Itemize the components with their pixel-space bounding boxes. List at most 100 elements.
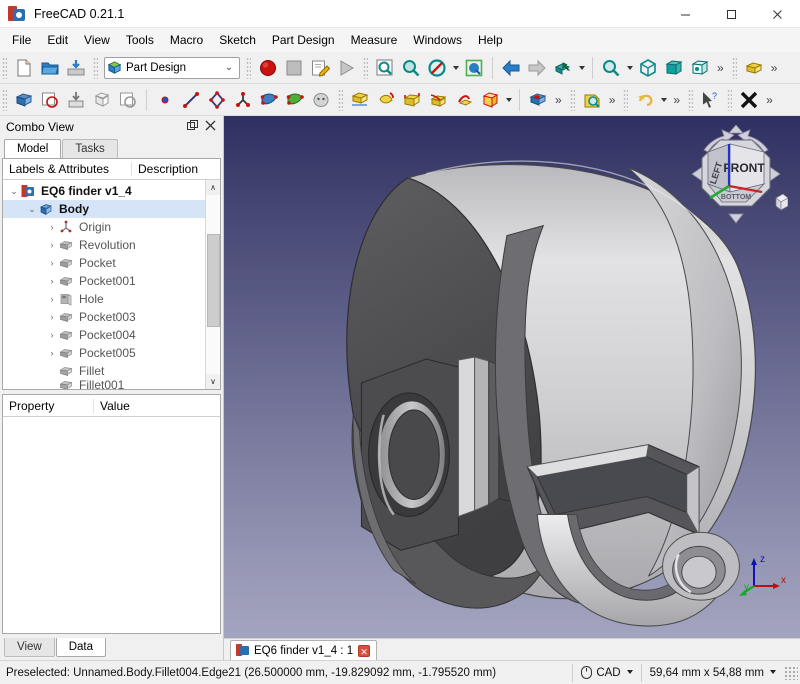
toolbar-overflow-icon[interactable]: » [767,61,782,75]
property-col-property[interactable]: Property [3,399,93,413]
toolbar-grip[interactable] [688,88,694,111]
tree-item-body[interactable]: ⌄ Body [3,200,205,218]
toolbar-grip[interactable] [2,56,7,79]
toolbar-grip[interactable] [93,56,98,79]
view-dropdown-icon[interactable] [576,55,587,81]
scroll-track[interactable] [205,195,220,374]
macro-execute-icon[interactable] [333,55,359,81]
undo-icon[interactable] [632,87,658,113]
property-col-value[interactable]: Value [93,398,220,413]
toolbar-overflow-icon[interactable]: » [605,93,620,107]
zoom-icon[interactable] [598,55,624,81]
menu-measure[interactable]: Measure [343,30,406,50]
toolbar-grip[interactable] [338,88,343,111]
tree-item-fillet[interactable]: Fillet [3,362,205,380]
toolbar-overflow-icon[interactable]: » [551,93,566,107]
workbench-selector[interactable]: Part Design ⌄ [104,56,240,79]
chevron-right-icon[interactable]: › [45,222,59,232]
additive-pipe-icon[interactable] [425,87,451,113]
chevron-right-icon[interactable]: › [45,348,59,358]
front-view-icon[interactable] [661,55,687,81]
validate-sketch-icon[interactable] [89,87,115,113]
macro-edit-icon[interactable] [307,55,333,81]
chevron-right-icon[interactable]: › [45,258,59,268]
create-body-icon[interactable] [11,87,37,113]
tree-item-revolution[interactable]: › Revolution [3,236,205,254]
back-arrow-icon[interactable] [498,55,524,81]
menu-tools[interactable]: Tools [118,30,162,50]
toolbar-grip[interactable] [246,56,251,79]
chevron-right-icon[interactable]: › [45,330,59,340]
refresh-view-icon[interactable] [550,55,576,81]
tree-item-fillet001[interactable]: Fillet001 [3,380,205,389]
undo-dropdown-icon[interactable] [658,87,669,113]
minimize-button[interactable] [662,0,708,28]
chevron-down-icon[interactable] [625,667,633,679]
tree-item-pocket005[interactable]: › Pocket005 [3,344,205,362]
dimension-readout[interactable]: 59,64 mm x 54,88 mm [640,663,784,682]
blue-surface-icon[interactable] [256,87,282,113]
shape-binder-icon[interactable] [308,87,334,113]
menu-help[interactable]: Help [470,30,511,50]
3d-viewport[interactable]: FRONT LEFT BOTTOM z x y [224,116,800,638]
point-icon[interactable] [152,87,178,113]
toolbar-grip[interactable] [2,88,7,111]
forward-arrow-icon[interactable] [524,55,550,81]
close-icon[interactable] [201,120,219,134]
scroll-thumb[interactable] [206,234,220,328]
close-button[interactable] [754,0,800,28]
tree-item-document[interactable]: ⌄ EQ6 finder v1_4 [3,182,205,200]
close-icon[interactable] [736,87,762,113]
undock-icon[interactable] [183,120,201,134]
draw-style-icon[interactable] [424,55,450,81]
menu-windows[interactable]: Windows [405,30,470,50]
tree-item-pocket001[interactable]: › Pocket001 [3,272,205,290]
draw-style-dropdown-icon[interactable] [450,55,461,81]
new-document-icon[interactable] [11,55,37,81]
zoom-dropdown-icon[interactable] [624,55,635,81]
toolbar-grip[interactable] [731,56,737,79]
toolbar-grip[interactable] [623,88,629,111]
navigation-style-selector[interactable]: CAD [572,663,640,682]
save-document-icon[interactable] [63,55,89,81]
fit-all-icon[interactable] [372,55,398,81]
whats-this-icon[interactable]: ? [697,87,723,113]
menu-file[interactable]: File [4,30,39,50]
create-sketch-icon[interactable] [37,87,63,113]
property-list[interactable] [3,417,220,633]
chevron-right-icon[interactable]: › [45,312,59,322]
macro-stop-icon[interactable] [281,55,307,81]
tree-item-pocket[interactable]: › Pocket [3,254,205,272]
document-tab[interactable]: EQ6 finder v1_4 : 1 ✕ [230,640,378,660]
pad-feature-icon[interactable] [347,87,373,113]
tab-tasks[interactable]: Tasks [62,139,118,158]
line-icon[interactable] [178,87,204,113]
constraint-icon[interactable] [230,87,256,113]
additive-helix-icon[interactable] [451,87,477,113]
chevron-down-icon[interactable] [768,667,776,679]
scroll-up-icon[interactable]: ∧ [205,180,220,195]
open-document-icon[interactable] [37,55,63,81]
isometric-view-icon[interactable] [635,55,661,81]
additive-dropdown-icon[interactable] [503,87,514,113]
measure-icon[interactable] [579,87,605,113]
tab-data[interactable]: Data [55,638,107,657]
chevron-right-icon[interactable]: › [45,240,59,250]
menu-macro[interactable]: Macro [162,30,211,50]
pocket-icon[interactable] [525,87,551,113]
menu-part-design[interactable]: Part Design [264,30,343,50]
navigation-cube[interactable]: FRONT LEFT BOTTOM [684,122,788,226]
polyline-icon[interactable] [204,87,230,113]
toolbar-overflow-icon[interactable]: » [762,93,777,107]
menu-edit[interactable]: Edit [39,30,76,50]
resize-grip-icon[interactable] [784,665,798,680]
map-sketch-icon[interactable] [115,87,141,113]
tab-view[interactable]: View [4,638,55,657]
menu-sketch[interactable]: Sketch [211,30,264,50]
macro-record-icon[interactable] [255,55,281,81]
pad-icon[interactable] [741,55,767,81]
scroll-down-icon[interactable]: ∨ [205,374,220,389]
fit-selection-icon[interactable] [398,55,424,81]
tree-item-origin[interactable]: › Origin [3,218,205,236]
toolbar-grip[interactable] [569,88,575,111]
